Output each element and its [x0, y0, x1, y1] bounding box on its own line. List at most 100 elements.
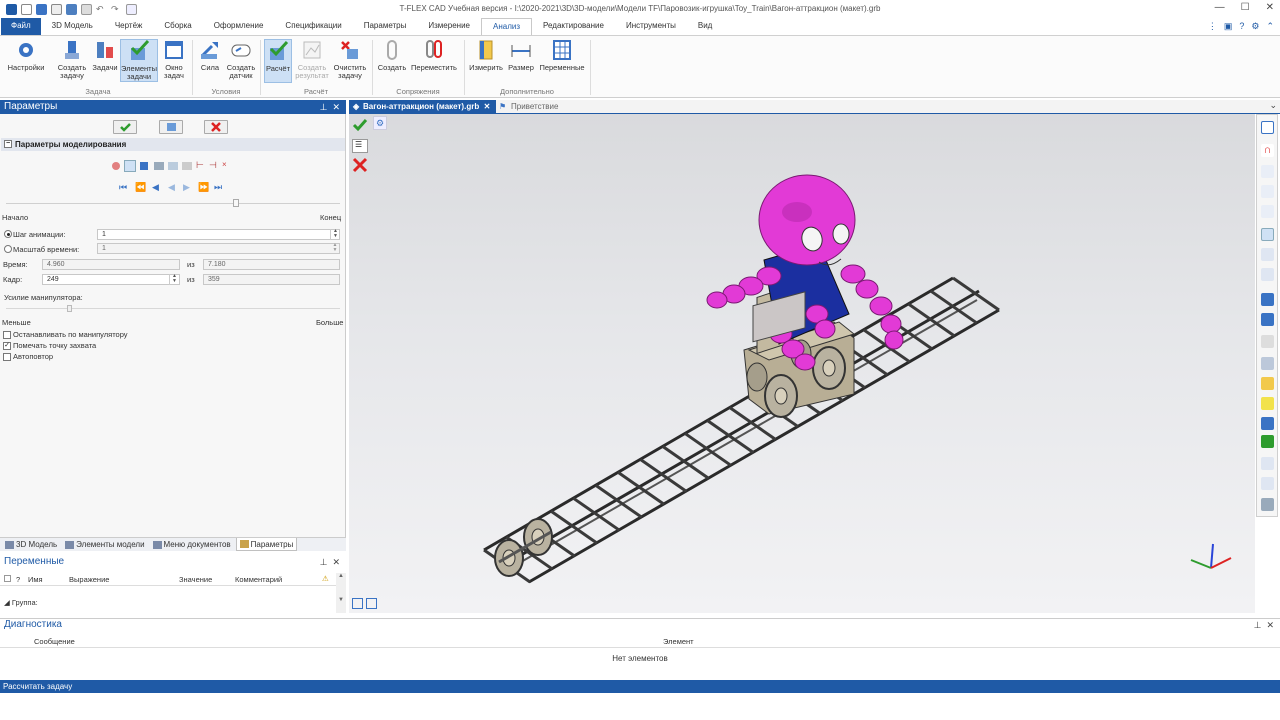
- 3d-viewport[interactable]: [349, 114, 1255, 613]
- collapse-icon[interactable]: −: [4, 140, 12, 148]
- maximize-icon[interactable]: ☐: [1241, 2, 1250, 13]
- panel-close-icon[interactable]: ✕: [332, 102, 340, 112]
- measure-button[interactable]: Измерить: [468, 39, 504, 72]
- select-all-checkbox[interactable]: [4, 575, 11, 582]
- play-back-icon[interactable]: ◀: [168, 182, 175, 193]
- doc-tab-close-icon[interactable]: ✕: [481, 102, 491, 111]
- menu-specifications[interactable]: Спецификации: [274, 18, 352, 35]
- help-icon[interactable]: ?: [1239, 21, 1244, 32]
- diagnostics-close-icon[interactable]: ✕: [1266, 620, 1274, 630]
- menu-design[interactable]: Оформление: [203, 18, 275, 35]
- doc-tab-wagon[interactable]: ◈ Вагон-аттракцион (макет).grb ✕: [349, 100, 497, 114]
- create-sensor-button[interactable]: Создать датчик: [226, 39, 256, 80]
- anim-step-radio[interactable]: [4, 230, 12, 238]
- film-icon[interactable]: [182, 162, 192, 170]
- time-scale-spinner[interactable]: ▲ ▼: [330, 243, 340, 254]
- camera-icon[interactable]: [154, 162, 164, 170]
- calculate-button[interactable]: Расчёт: [264, 39, 292, 83]
- box-view-icon[interactable]: [1261, 357, 1274, 370]
- mark-grip-point-checkbox[interactable]: ✓: [3, 342, 11, 350]
- dimension-button[interactable]: Размер: [506, 39, 536, 72]
- tabs-menu-icon[interactable]: ⌄: [1269, 100, 1277, 111]
- measure-view-icon[interactable]: [1261, 477, 1274, 490]
- clear-task-button[interactable]: Очистить задачу: [332, 39, 368, 80]
- variables-scrollbar[interactable]: ▲ ▼: [336, 573, 346, 613]
- menu-drawing[interactable]: Чертёж: [104, 18, 154, 35]
- section-icon[interactable]: [1261, 335, 1274, 348]
- tasks-button[interactable]: Задачи: [90, 39, 120, 72]
- col-comment[interactable]: Комментарий: [235, 575, 282, 584]
- tab-model-elements[interactable]: Элементы модели: [62, 538, 147, 551]
- copy-icon[interactable]: [168, 162, 178, 170]
- camera-view-icon[interactable]: [1261, 457, 1274, 470]
- collapse-ribbon-icon[interactable]: ⌃: [1266, 21, 1274, 32]
- menu-measurement[interactable]: Измерение: [417, 18, 481, 35]
- col-message[interactable]: Сообщение: [34, 637, 75, 646]
- autorepeat-checkbox[interactable]: [3, 353, 11, 361]
- tree-icon[interactable]: [1261, 435, 1274, 448]
- tab-documents-menu[interactable]: Меню документов: [150, 538, 234, 551]
- magnet-icon[interactable]: ∩: [1261, 144, 1274, 157]
- task-elements-button[interactable]: Элементы задачи: [120, 39, 158, 82]
- select-filter-icon[interactable]: [1261, 293, 1274, 306]
- animation-slider-thumb[interactable]: [233, 199, 240, 207]
- play-icon[interactable]: ▶: [183, 182, 190, 193]
- menu-view[interactable]: Вид: [687, 18, 723, 35]
- frame-input[interactable]: 249: [42, 274, 180, 285]
- force-slider-thumb[interactable]: [67, 305, 72, 312]
- menu-tools[interactable]: Инструменты: [615, 18, 687, 35]
- menu-file[interactable]: Файл: [1, 18, 41, 35]
- force-button[interactable]: Сила: [196, 39, 224, 72]
- menu-parameters[interactable]: Параметры: [353, 18, 418, 35]
- cancel-button[interactable]: [204, 120, 228, 134]
- window-list-icon[interactable]: ▣: [1224, 21, 1233, 32]
- last-frame-icon[interactable]: ⏭: [214, 182, 222, 193]
- orbit-icon[interactable]: [1261, 268, 1274, 281]
- color-icon[interactable]: [1261, 397, 1274, 410]
- rotate-view-icon[interactable]: [1261, 228, 1274, 241]
- viewport-params-button[interactable]: ☰: [352, 139, 368, 153]
- first-frame-icon[interactable]: ⏮: [119, 182, 127, 193]
- view-window-icon[interactable]: [1261, 121, 1274, 134]
- menu-3d-model[interactable]: 3D Модель: [41, 18, 104, 35]
- record-icon[interactable]: [112, 162, 120, 170]
- shading-icon[interactable]: [1261, 377, 1274, 390]
- check-filter-icon[interactable]: [1261, 313, 1274, 326]
- preview-button[interactable]: [159, 120, 183, 134]
- settings-button[interactable]: Настройки: [4, 39, 48, 72]
- section-header[interactable]: − Параметры моделирования: [1, 138, 345, 151]
- settings-icon[interactable]: ⚙: [1251, 21, 1259, 32]
- group-row[interactable]: ◢ Группа:: [4, 598, 38, 607]
- range-start-icon[interactable]: ⊢: [196, 160, 204, 171]
- time-scale-input[interactable]: 1: [97, 243, 340, 254]
- create-mate-button[interactable]: Создать: [376, 39, 408, 72]
- col-question[interactable]: ?: [16, 575, 20, 584]
- doc-tab-welcome[interactable]: ⚑ Приветствие: [497, 100, 558, 114]
- col-element[interactable]: Элемент: [663, 637, 694, 646]
- pause-icon[interactable]: [124, 160, 136, 172]
- animation-slider-track[interactable]: [6, 203, 340, 204]
- viewport-options-button[interactable]: ⚙: [373, 116, 387, 130]
- menu-analysis[interactable]: Анализ: [481, 18, 533, 35]
- menu-editing[interactable]: Редактирование: [532, 18, 615, 35]
- variables-close-icon[interactable]: ✕: [332, 557, 340, 567]
- zoom-window-icon[interactable]: [1261, 185, 1274, 198]
- range-end-icon[interactable]: ⊣: [209, 160, 217, 171]
- tab-3d-model[interactable]: 3D Модель: [2, 538, 60, 551]
- single-view-icon[interactable]: [352, 598, 363, 609]
- diagnostics-pin-icon[interactable]: ⊥: [1254, 620, 1262, 630]
- task-window-button[interactable]: Окно задач: [160, 39, 188, 80]
- menu-assembly[interactable]: Сборка: [153, 18, 202, 35]
- minimize-icon[interactable]: —: [1215, 2, 1225, 13]
- col-value[interactable]: Значение: [179, 575, 212, 584]
- zoom-fit-icon[interactable]: [1261, 165, 1274, 178]
- pipe-icon[interactable]: [1261, 498, 1274, 511]
- next-step-icon[interactable]: ⏩: [198, 182, 209, 193]
- frame-spinner[interactable]: ▲ ▼: [169, 274, 179, 285]
- time-scale-radio[interactable]: [4, 245, 12, 253]
- split-view-icon[interactable]: [366, 598, 377, 609]
- variables-pin-icon[interactable]: ⊥: [320, 557, 328, 567]
- create-task-button[interactable]: Создать задачу: [54, 39, 90, 80]
- col-expression[interactable]: Выражение: [69, 575, 109, 584]
- force-slider-track[interactable]: [6, 308, 340, 309]
